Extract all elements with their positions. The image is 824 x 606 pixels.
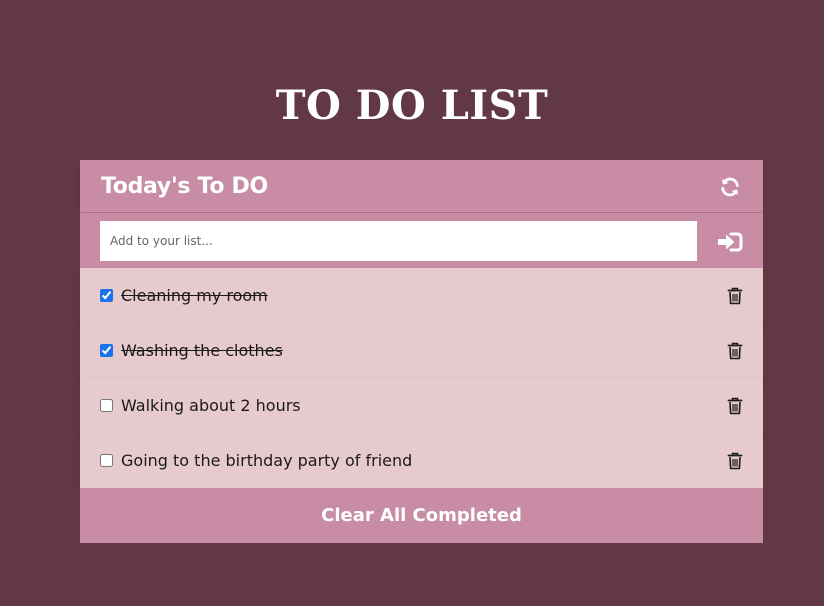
todo-checkbox[interactable] [100,289,113,302]
add-item-input[interactable] [100,221,697,261]
todo-text: Going to the birthday party of friend [121,451,413,470]
todo-text: Walking about 2 hours [121,396,301,415]
delete-button[interactable] [727,452,743,470]
card-header: Today's To DO [80,160,763,212]
todo-item: Walking about 2 hours [80,378,763,433]
todo-item: Washing the clothes [80,323,763,378]
add-item-row [80,213,763,267]
delete-button[interactable] [727,342,743,360]
todo-checkbox[interactable] [100,399,113,412]
sign-in-icon [718,232,743,252]
trash-icon [727,287,743,305]
todo-item: Going to the birthday party of friend [80,433,763,488]
refresh-icon [721,177,739,197]
trash-icon [727,342,743,360]
page-title: TO DO LIST [275,82,549,129]
delete-button[interactable] [727,287,743,305]
card-title: Today's To DO [101,174,268,199]
todo-checkbox[interactable] [100,344,113,357]
todo-list: Cleaning my room Washing the clothes Wal… [80,268,763,488]
todo-item: Cleaning my room [80,268,763,323]
todo-text: Cleaning my room [121,286,268,305]
todo-card: Today's To DO Cleaning my room [80,160,763,543]
add-item-button[interactable] [717,231,743,253]
refresh-button[interactable] [719,176,741,198]
clear-completed-button[interactable]: Clear All Completed [80,488,763,543]
todo-checkbox[interactable] [100,454,113,467]
trash-icon [727,397,743,415]
delete-button[interactable] [727,397,743,415]
trash-icon [727,452,743,470]
todo-text: Washing the clothes [121,341,283,360]
